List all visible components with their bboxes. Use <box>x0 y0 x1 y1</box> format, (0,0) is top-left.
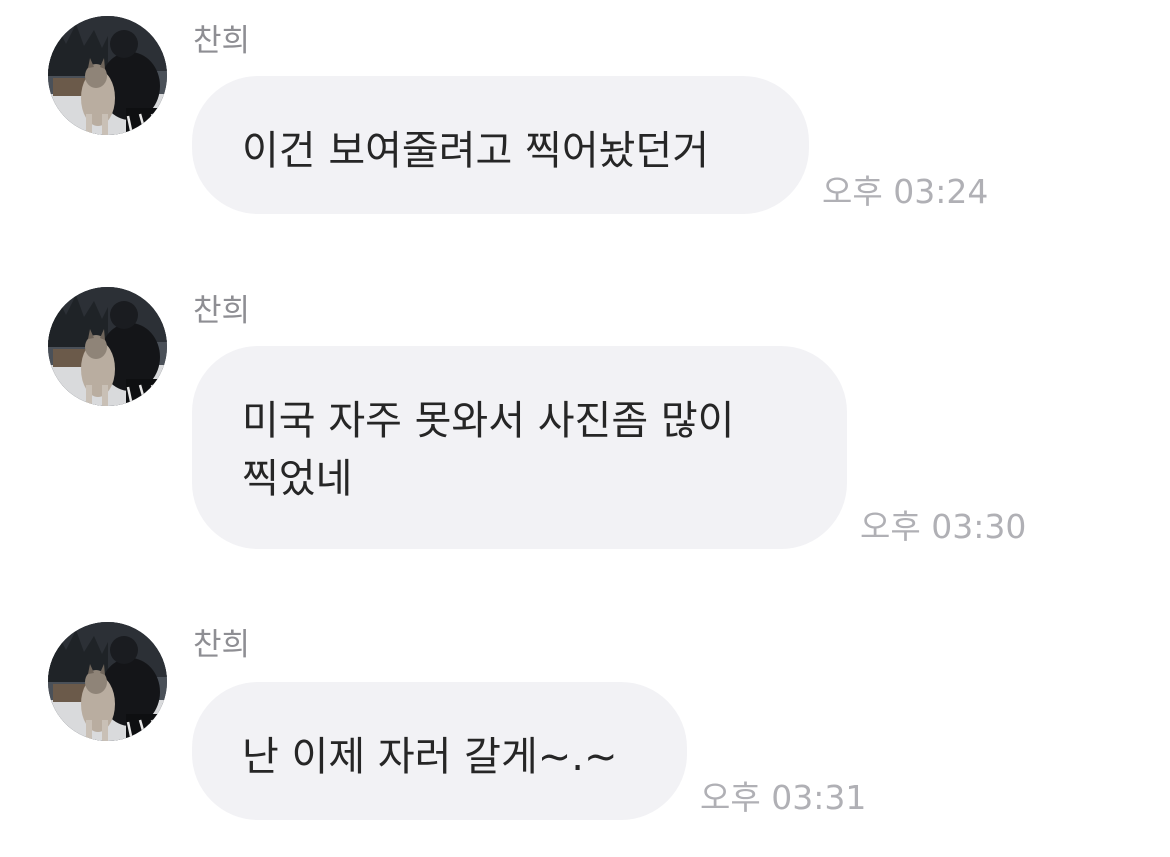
message-text-line: 찍었네 <box>242 456 353 502</box>
message-text-line: 미국 자주 못와서 사진좀 많이 <box>242 398 735 444</box>
profile-photo-icon <box>48 622 167 741</box>
sender-avatar[interactable] <box>48 16 167 135</box>
message-text-line: 이건 보여줄려고 찍어놨던거 <box>242 128 710 174</box>
sender-avatar[interactable] <box>48 622 167 741</box>
message-timestamp: 오후 03:24 <box>822 172 989 211</box>
message-timestamp: 오후 03:30 <box>860 507 1027 546</box>
message-bubble[interactable]: 미국 자주 못와서 사진좀 많이 찍었네 <box>192 346 847 549</box>
profile-photo-icon <box>48 16 167 135</box>
profile-photo-icon <box>48 287 167 406</box>
message-bubble[interactable]: 난 이제 자러 갈게~.~ <box>192 682 687 820</box>
sender-name: 찬희 <box>193 293 251 329</box>
sender-avatar[interactable] <box>48 287 167 406</box>
message-text-line: 난 이제 자러 갈게~.~ <box>242 734 618 780</box>
sender-name: 찬희 <box>193 23 251 59</box>
sender-name: 찬희 <box>193 627 251 663</box>
message-bubble[interactable]: 이건 보여줄려고 찍어놨던거 <box>192 76 809 214</box>
message-timestamp: 오후 03:31 <box>700 778 867 817</box>
